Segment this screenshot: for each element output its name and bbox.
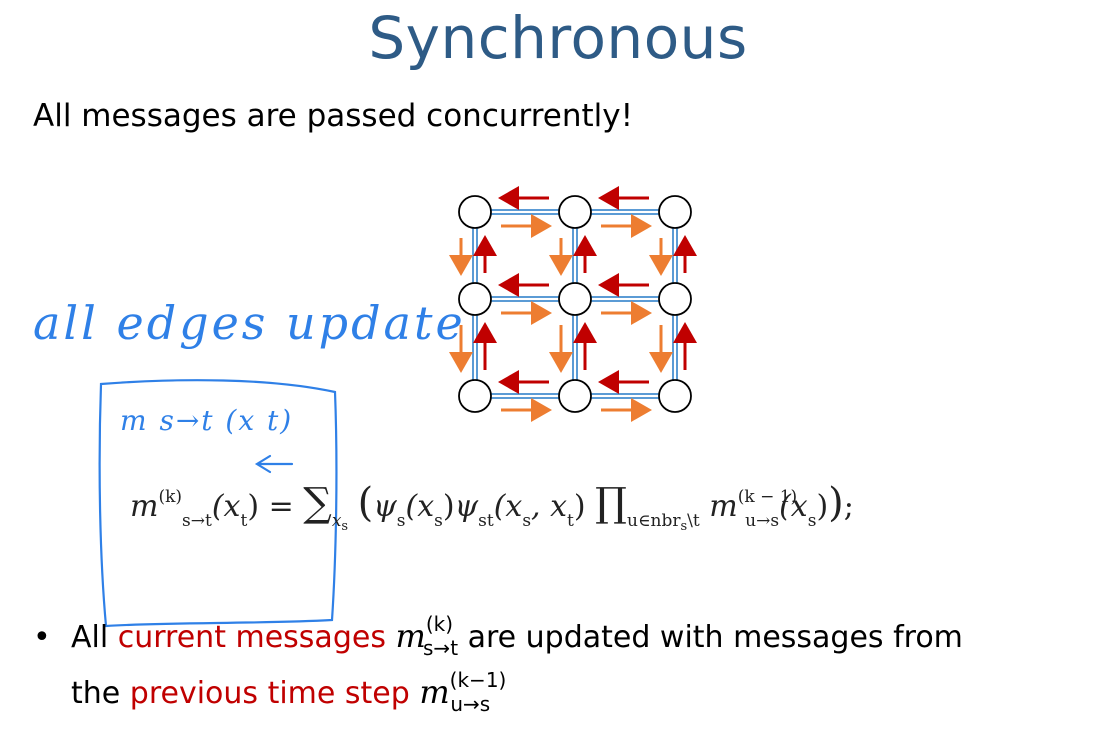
message-grid-diagram <box>449 186 697 422</box>
grid-node <box>558 379 592 413</box>
grid-node <box>658 379 692 413</box>
grid-node <box>458 282 492 316</box>
handwritten-arrow <box>254 454 294 474</box>
grid-node <box>658 195 692 229</box>
bullet-item-1-continued: the previous time step m(k−1)u→s <box>71 668 507 716</box>
message-update-formula: m(k)s→t(xt) = ∑xs (ψs(xs)ψst(xs, xt) ∏u∈… <box>130 480 854 534</box>
grid-node <box>558 195 592 229</box>
bullet-list: • All current messages m(k)s→t are update… <box>33 608 963 720</box>
grid-node <box>558 282 592 316</box>
grid-node <box>658 282 692 316</box>
bullet-item-1: • All current messages m(k)s→t are update… <box>33 612 963 660</box>
grid-node <box>458 195 492 229</box>
grid-node <box>458 379 492 413</box>
